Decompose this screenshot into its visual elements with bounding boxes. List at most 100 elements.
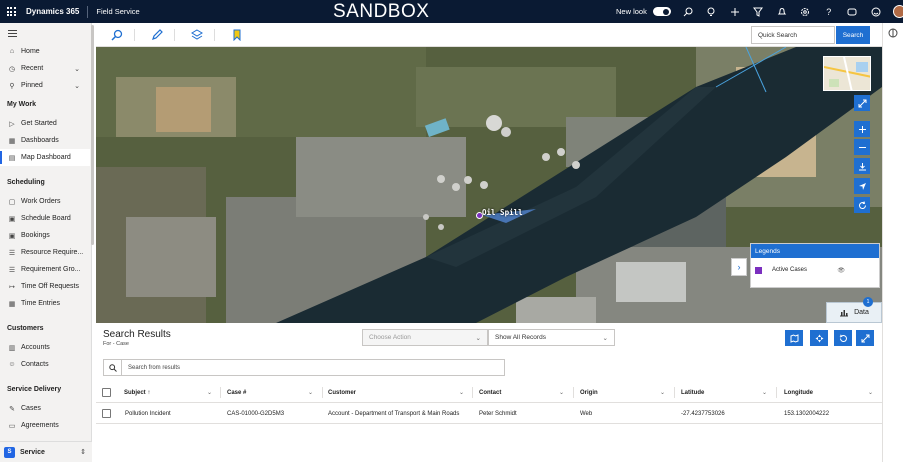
filter-icon[interactable] [747,0,771,23]
map-view-button[interactable] [785,330,803,346]
download-icon[interactable] [854,158,870,174]
toggle-switch[interactable] [652,7,671,16]
legend-swatch [755,266,762,274]
search-button[interactable]: Search [836,26,870,44]
chevron-down-icon[interactable]: ⌄ [868,389,873,396]
chevron-down-icon[interactable]: ⌄ [308,389,313,396]
sidebar-item-cases[interactable]: ✎ Cases [0,400,90,417]
sidebar-item-contacts[interactable]: ☺ Contacts [0,356,90,373]
sidebar-item-dashboards[interactable]: ▦ Dashboards [0,132,90,149]
chevron-down-icon[interactable]: ⌄ [559,389,564,396]
sidebar-item-home[interactable]: ⌂ Home [0,43,90,60]
copilot-pane-icon[interactable] [888,28,898,38]
sidebar-item-label: Accounts [21,344,50,351]
zoom-in-icon[interactable] [854,121,870,137]
clock-icon: ◷ [8,65,16,73]
expand-results-button[interactable] [856,330,874,346]
help-icon[interactable]: ? [817,0,841,23]
column-header-origin[interactable]: Origin [580,382,598,403]
column-header-longitude[interactable]: Longitude [784,382,813,403]
zoom-out-icon[interactable] [854,139,870,155]
search-icon[interactable] [676,0,700,23]
cell-origin: Web [580,410,593,417]
sidebar-item-label: Bookings [21,232,50,239]
chevron-down-icon[interactable]: ⌄ [207,389,212,396]
sidebar-item-schedule-board[interactable]: ▣ Schedule Board [0,210,90,227]
sidebar-item-pinned[interactable]: ⚲ Pinned ⌄ [0,77,90,94]
map-toolbar: Quick Search Search [96,23,882,47]
results-search-input[interactable]: Search from results [122,365,180,371]
user-avatar[interactable] [888,0,903,23]
table-row[interactable]: Pollution Incident CAS-01000-G2D5M3 Acco… [96,403,882,424]
select-all-checkbox[interactable] [102,382,111,403]
locate-icon[interactable] [854,178,870,194]
module-name[interactable]: Field Service [88,7,139,16]
area-switcher[interactable]: S Service ⇕ [0,441,92,462]
data-button-label: Data [854,309,869,316]
settings-icon[interactable] [794,0,818,23]
home-icon: ⌂ [9,48,15,55]
expand-icon[interactable] [854,95,870,111]
sidebar-item-label: Contacts [21,361,49,368]
quick-search-input[interactable]: Quick Search [751,26,835,44]
choose-action-select[interactable]: Choose Action ⌄ [362,329,488,346]
sidebar-scrollbar[interactable] [91,25,94,245]
layers-icon[interactable] [189,27,205,43]
area-badge: S [4,446,15,458]
chevron-down-icon[interactable]: ⌄ [762,389,767,396]
legend-collapse-chevron-icon[interactable]: › [731,258,747,276]
view-select[interactable]: Show All Records ⌄ [488,329,615,346]
search-icon[interactable] [109,27,125,43]
sidebar-item-agreements[interactable]: ▭ Agreements [0,417,90,434]
sidebar-item-label: Pinned [21,82,43,89]
sidebar-item-map-dashboard[interactable]: ▤ Map Dashboard [0,149,90,166]
app-launcher-icon[interactable] [0,0,22,23]
sidebar-item-accounts[interactable]: ▥ Accounts [0,339,90,356]
lightbulb-icon[interactable] [700,0,724,23]
cell-customer[interactable]: Account - Department of Transport & Main… [328,403,459,424]
pencil-icon[interactable] [149,27,165,43]
sidebar-item-resource-requirements[interactable]: ☰ Resource Require... [0,244,90,261]
column-header-customer[interactable]: Customer [328,382,356,403]
results-title: Search Results [103,329,171,340]
sidebar-item-time-off-requests[interactable]: ↦ Time Off Requests [0,278,90,295]
cell-subject[interactable]: Pollution Incident [125,403,171,424]
plus-icon[interactable] [723,0,747,23]
sidebar-item-get-started[interactable]: ▷ Get Started [0,115,90,132]
chevron-down-icon[interactable]: ⌄ [74,82,80,90]
column-header-subject[interactable]: Subject ↑ [124,382,150,403]
refresh-results-button[interactable] [834,330,852,346]
eye-icon[interactable]: 👁 [837,267,845,274]
sidebar-item-requirement-groups[interactable]: ☰ Requirement Gro... [0,261,90,278]
new-look-toggle[interactable]: New look [616,7,671,16]
grid-header-row: Subject ↑ ⌄ Case # ⌄ Customer ⌄ Contact … [96,382,882,403]
results-search-box[interactable]: Search from results [103,359,505,376]
app-name[interactable]: Dynamics 365 [22,5,89,18]
sidebar-item-work-orders[interactable]: ▢ Work Orders [0,193,90,210]
row-checkbox[interactable] [102,403,111,424]
chevron-down-icon[interactable]: ⌄ [660,389,665,396]
bookmark-icon[interactable] [229,27,245,43]
hamburger-menu-icon[interactable] [0,25,90,42]
legend-item-active-cases: Active Cases 👁 [751,258,879,282]
data-button[interactable]: Data [826,302,882,323]
copilot-icon[interactable] [841,0,865,23]
refresh-icon[interactable] [854,197,870,213]
chevron-down-icon[interactable]: ⌄ [459,389,464,396]
sidebar-item-label: Map Dashboard [21,154,71,161]
column-header-case-number[interactable]: Case # [227,382,246,403]
sidebar-item-time-entries[interactable]: ▦ Time Entries [0,295,90,312]
cell-case-number[interactable]: CAS-01000-G2D5M3 [227,403,284,424]
chevron-down-icon[interactable]: ⌄ [74,65,80,73]
column-header-contact[interactable]: Contact [479,382,501,403]
column-header-latitude[interactable]: Latitude [681,382,704,403]
minimap[interactable] [823,56,871,91]
center-map-button[interactable] [810,330,828,346]
satellite-map[interactable]: Oil Spill › Legends Active Cases 👁 Data … [96,47,882,323]
sidebar-item-recent[interactable]: ◷ Recent ⌄ [0,60,90,77]
sidebar-item-bookings[interactable]: ▣ Bookings [0,227,90,244]
bell-icon[interactable] [770,0,794,23]
cell-contact[interactable]: Peter Schmidt [479,403,517,424]
sidebar-item-label: Home [21,48,40,55]
smiley-icon[interactable] [864,0,888,23]
